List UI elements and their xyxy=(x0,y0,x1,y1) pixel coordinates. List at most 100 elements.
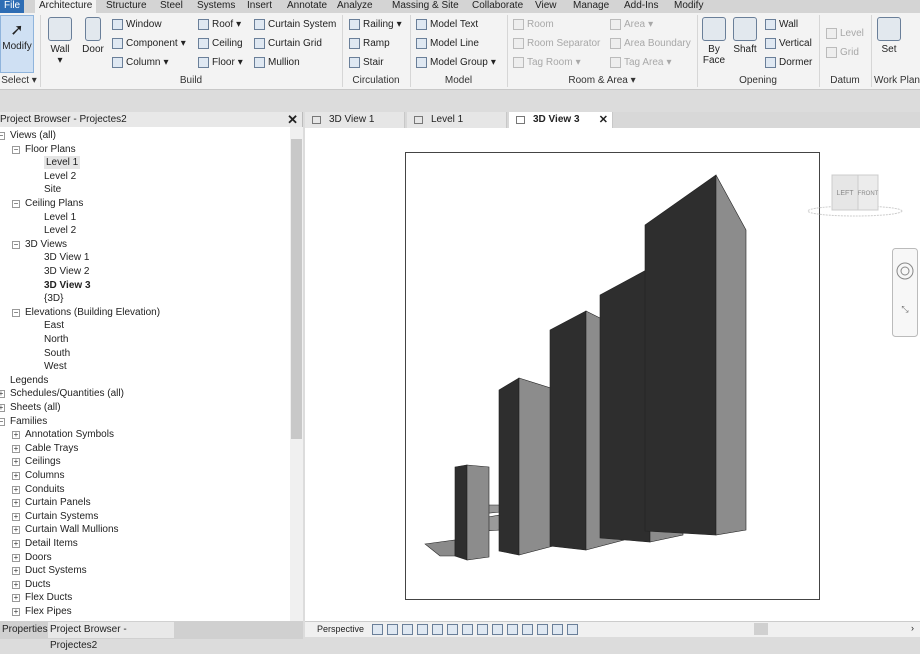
tab-steel[interactable]: Steel xyxy=(156,0,187,13)
tree-item[interactable]: Detail Items xyxy=(25,537,78,550)
tree-item[interactable]: West xyxy=(44,360,67,373)
view-mode-label[interactable]: Perspective xyxy=(317,624,364,634)
tab-manage[interactable]: Manage xyxy=(569,0,613,13)
tree-item[interactable]: Doors xyxy=(25,551,52,564)
level-button[interactable]: Level xyxy=(826,28,864,39)
tab-systems[interactable]: Systems xyxy=(193,0,239,13)
shadows-icon[interactable] xyxy=(417,624,428,635)
tree-item[interactable]: Flex Ducts xyxy=(25,591,72,604)
worksharing-icon[interactable] xyxy=(552,624,563,635)
expand-icon[interactable]: + xyxy=(12,567,20,576)
tree-item[interactable]: Curtain Wall Mullions xyxy=(25,523,119,536)
temporary-hide-icon[interactable] xyxy=(492,624,503,635)
expand-icon[interactable]: + xyxy=(12,499,20,508)
view-tab[interactable]: Level 1 xyxy=(407,112,507,128)
tree-item[interactable]: 3D View 1 xyxy=(44,251,89,264)
tree-item[interactable]: 3D Views xyxy=(25,238,67,251)
tab-file[interactable]: File xyxy=(0,0,25,13)
tree-item[interactable]: Annotation Symbols xyxy=(25,428,114,441)
column-button[interactable]: Column ▾ xyxy=(112,57,169,68)
collapse-icon[interactable]: − xyxy=(0,132,5,140)
analysis-display-icon[interactable] xyxy=(537,624,548,635)
ceiling-button[interactable]: Ceiling xyxy=(198,38,243,49)
curtain-system-button[interactable]: Curtain System xyxy=(254,19,336,30)
expand-icon[interactable]: + xyxy=(12,431,20,440)
close-icon[interactable]: ✕ xyxy=(599,112,608,128)
tree-item[interactable]: Schedules/Quantities (all) xyxy=(10,387,124,400)
temporary-view-icon[interactable] xyxy=(522,624,533,635)
collapse-icon[interactable]: − xyxy=(12,240,20,249)
scroll-right-icon[interactable]: › xyxy=(911,623,914,633)
reveal-hidden-icon[interactable] xyxy=(507,624,518,635)
tree-item[interactable]: Curtain Panels xyxy=(25,496,91,509)
door-button[interactable]: Door xyxy=(80,17,106,55)
3d-viewport[interactable]: LEFT FRONT ⤡ xyxy=(305,128,920,621)
modify-button[interactable]: ➚ Modify xyxy=(0,15,34,73)
tree-item[interactable]: Level 2 xyxy=(44,224,76,237)
tab-analyze[interactable]: Analyze xyxy=(333,0,377,13)
unlock-3d-icon[interactable] xyxy=(477,624,488,635)
collapse-icon[interactable]: − xyxy=(0,417,5,426)
scroll-thumb[interactable] xyxy=(291,139,302,439)
tree-item[interactable]: Sheets (all) xyxy=(10,401,61,414)
visual-style-icon[interactable] xyxy=(387,624,398,635)
tree-item[interactable]: Flex Pipes xyxy=(25,605,72,618)
wall-button[interactable]: Wall ▾ xyxy=(46,17,74,66)
tree-item[interactable]: {3D} xyxy=(44,292,63,305)
component-button[interactable]: Component ▾ xyxy=(112,38,186,49)
collapse-icon[interactable]: − xyxy=(12,200,20,208)
tab-insert[interactable]: Insert xyxy=(243,0,276,13)
tree-item[interactable]: Ducts xyxy=(25,578,51,591)
bottom-tab[interactable]: Project Browser - Projectes2 xyxy=(48,622,174,651)
tree-item[interactable]: Site xyxy=(44,183,61,196)
collapse-icon[interactable]: − xyxy=(12,308,20,317)
stair-button[interactable]: Stair xyxy=(349,57,384,68)
tab-annotate[interactable]: Annotate xyxy=(283,0,331,13)
room-button[interactable]: Room xyxy=(513,19,554,30)
model-line-button[interactable]: Model Line xyxy=(416,38,479,49)
tree-item[interactable]: Views (all) xyxy=(10,129,56,142)
tab-massing-site[interactable]: Massing & Site xyxy=(388,0,463,13)
expand-icon[interactable]: + xyxy=(12,553,20,562)
tree-item[interactable]: Columns xyxy=(25,469,64,482)
tree-item[interactable]: South xyxy=(44,347,70,360)
expand-icon[interactable]: + xyxy=(12,594,20,603)
tab-collaborate[interactable]: Collaborate xyxy=(468,0,527,13)
shaft-button[interactable]: Shaft xyxy=(730,17,760,55)
expand-icon[interactable]: + xyxy=(0,404,5,412)
tree-item[interactable]: Ceilings xyxy=(25,455,61,468)
expand-icon[interactable]: + xyxy=(12,540,20,548)
expand-icon[interactable]: + xyxy=(12,580,20,589)
tree-item[interactable]: Level 1 xyxy=(44,156,81,170)
roof-button[interactable]: Roof ▾ xyxy=(198,19,241,30)
tree-item[interactable]: North xyxy=(44,333,68,346)
collapse-icon[interactable]: − xyxy=(12,145,20,154)
curtain-grid-button[interactable]: Curtain Grid xyxy=(254,38,322,49)
tree-item[interactable]: Level 2 xyxy=(44,170,76,183)
sun-path-icon[interactable] xyxy=(402,624,413,635)
expand-icon[interactable]: + xyxy=(12,472,20,480)
room-separator-button[interactable]: Room Separator xyxy=(513,38,600,49)
horizontal-scroll-thumb[interactable] xyxy=(754,623,768,635)
select-panel-label[interactable]: Select ▾ xyxy=(0,75,38,86)
dormer-button[interactable]: Dormer xyxy=(765,57,812,68)
tree-item[interactable]: Floor Plans xyxy=(25,143,76,156)
view-tab[interactable]: 3D View 3 ✕ xyxy=(509,112,613,128)
show-crop-icon[interactable] xyxy=(462,624,473,635)
expand-icon[interactable]: + xyxy=(12,444,20,453)
model-text-button[interactable]: Model Text xyxy=(416,19,478,30)
tree-item[interactable]: Level 1 xyxy=(44,211,76,224)
tree-item[interactable]: Curtain Systems xyxy=(25,510,98,523)
project-browser-scrollbar[interactable] xyxy=(290,127,303,621)
grid-button[interactable]: Grid xyxy=(826,47,859,58)
railing-button[interactable]: Railing ▾ xyxy=(349,19,402,30)
mullion-button[interactable]: Mullion xyxy=(254,57,300,68)
expand-icon[interactable]: + xyxy=(12,512,20,521)
tree-item[interactable]: Elevations (Building Elevation) xyxy=(25,306,160,319)
by-face-button[interactable]: By Face xyxy=(700,17,728,66)
tab-architecture[interactable]: Architecture xyxy=(35,0,97,13)
tab-structure[interactable]: Structure xyxy=(102,0,151,13)
bottom-tab[interactable]: Properties xyxy=(0,622,48,638)
tab-modify[interactable]: Modify xyxy=(670,0,707,13)
view-tab[interactable]: 3D View 1 xyxy=(305,112,405,128)
